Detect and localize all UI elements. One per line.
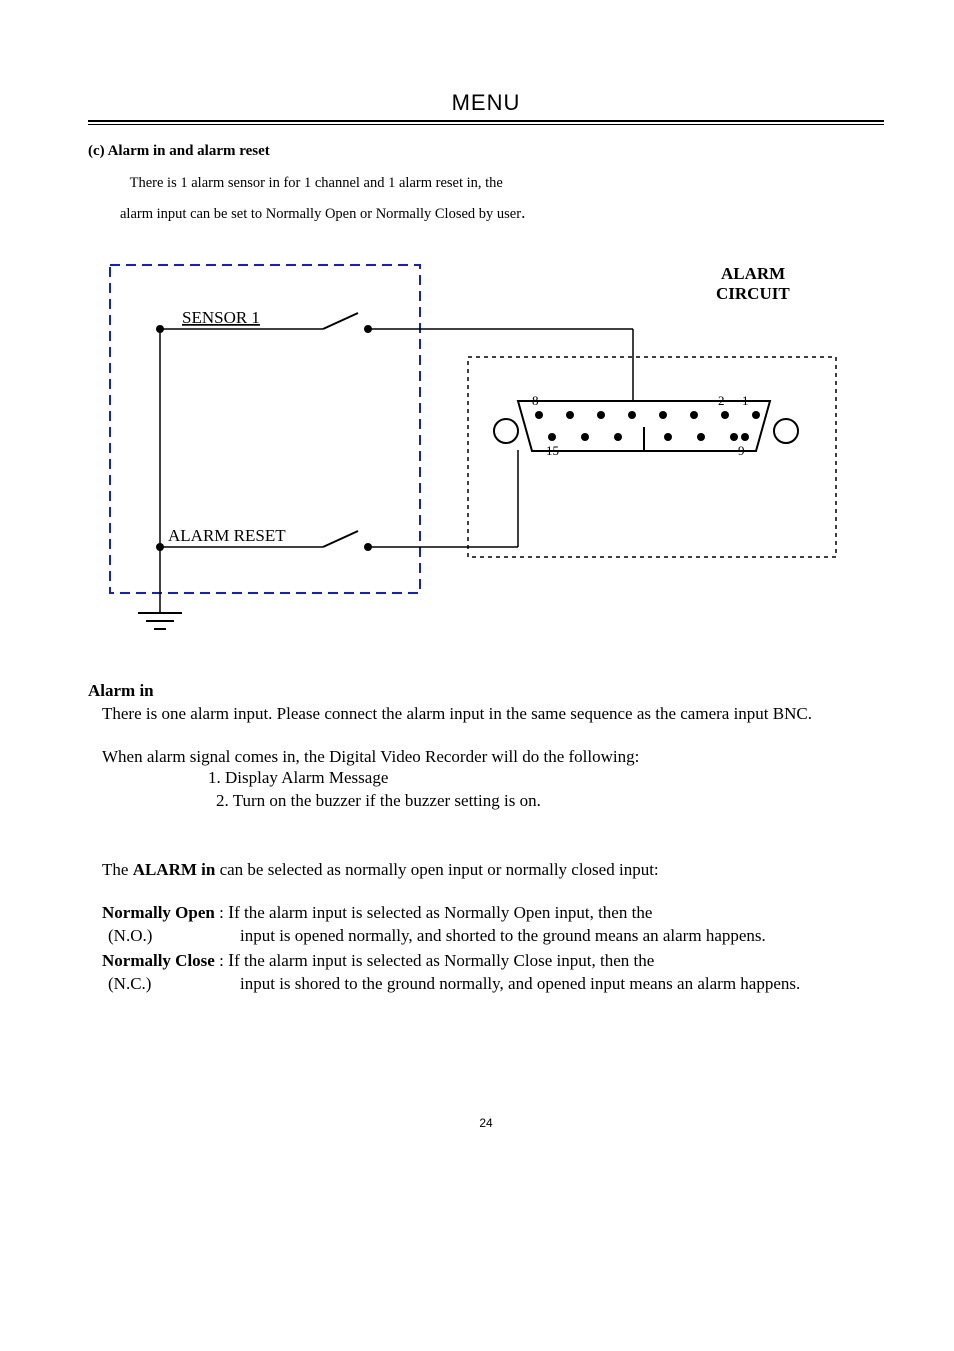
dsub-pin-label-tr1: 2 bbox=[718, 393, 725, 408]
alarm-in-heading: Alarm in bbox=[88, 681, 884, 701]
dsub-screw-right bbox=[774, 419, 798, 443]
normally-open-row2: (N.O.) input is opened normally, and sho… bbox=[108, 925, 884, 948]
dsub-pin-11 bbox=[697, 433, 705, 441]
alarm-in-p2: When alarm signal comes in, the Digital … bbox=[102, 746, 884, 767]
intro-line-2: alarm input can be set to Normally Open … bbox=[120, 202, 884, 225]
dsub-pin-label-bl: 15 bbox=[546, 443, 559, 458]
alarm-in-p1: There is one alarm input. Please connect… bbox=[102, 703, 884, 724]
normally-close-row2: (N.C.) input is shored to the ground nor… bbox=[108, 973, 884, 996]
normally-close-abbrev: (N.C.) bbox=[108, 973, 240, 996]
alarm-circuit-label-2: CIRCUIT bbox=[716, 284, 790, 303]
dsub-pin-7 bbox=[566, 411, 574, 419]
dsub-pin-1 bbox=[752, 411, 760, 419]
alarm-reset-label: ALARM RESET bbox=[168, 526, 286, 545]
header-rule bbox=[88, 120, 884, 125]
intro-line2-pre: alarm input can be set to Normally Open … bbox=[120, 206, 521, 222]
terms-block: Normally Open : If the alarm input is se… bbox=[88, 900, 884, 996]
dsub-pin-13 bbox=[614, 433, 622, 441]
intro-line2-period: . bbox=[521, 203, 525, 222]
alarm-in-enum1: 1. Display Alarm Message bbox=[208, 767, 884, 790]
alarm-in-p3: The ALARM in can be selected as normally… bbox=[102, 859, 884, 880]
normally-open-line2: input is opened normally, and shorted to… bbox=[240, 925, 884, 948]
alarm-in-p3-post: can be selected as normally open input o… bbox=[215, 860, 658, 879]
sensor1-label: SENSOR 1 bbox=[182, 308, 260, 327]
dsub-pin-14 bbox=[581, 433, 589, 441]
intro-line1-text: There is 1 alarm sensor in for 1 channel… bbox=[130, 175, 503, 191]
dsub-pin-10 bbox=[730, 433, 738, 441]
normally-close-line2: input is shored to the ground normally, … bbox=[240, 973, 884, 996]
subsection-title: (c) Alarm in and alarm reset bbox=[88, 143, 884, 160]
connector-enclosure bbox=[468, 357, 836, 557]
normally-open-tail: f the alarm input is selected as Normall… bbox=[234, 903, 652, 922]
dsub-pin-label-br: 9 bbox=[738, 443, 745, 458]
normally-open-bold: Normally Open bbox=[102, 903, 215, 922]
normally-close-bold: Normally Close bbox=[102, 951, 215, 970]
dsub-pin-6 bbox=[597, 411, 605, 419]
alarm-in-p3-bold: ALARM in bbox=[133, 860, 216, 879]
alarm-circuit-diagram: ALARM CIRCUIT SENSOR 1 ALARM RESET bbox=[88, 255, 884, 655]
alarm-in-enum: 1. Display Alarm Message 2. Turn on the … bbox=[208, 767, 884, 813]
normally-open-term: Normally Open : If the alarm input is se… bbox=[102, 900, 652, 925]
dsub-pin-5 bbox=[628, 411, 636, 419]
alarm-circuit-label-1: ALARM bbox=[721, 264, 785, 283]
intro-line-1: There is 1 alarm sensor in for 1 channel… bbox=[126, 174, 884, 194]
dsub-pin-label-tr2: 1 bbox=[742, 393, 749, 408]
alarm-in-p3-pre: The bbox=[102, 860, 133, 879]
dsub-pin-12 bbox=[664, 433, 672, 441]
alarm-reset-switch-arm bbox=[323, 531, 358, 547]
page-title: MENU bbox=[88, 90, 884, 116]
normally-open-colon: : bbox=[215, 903, 228, 922]
dsub-pin-15 bbox=[548, 433, 556, 441]
normally-open-row1: Normally Open : If the alarm input is se… bbox=[102, 900, 884, 925]
normally-close-colon: : bbox=[215, 951, 228, 970]
dsub-pin-8 bbox=[535, 411, 543, 419]
dsub-pin-3 bbox=[690, 411, 698, 419]
normally-close-row1: Normally Close : If the alarm input is s… bbox=[102, 948, 884, 973]
normally-close-tail: f the alarm input is selected as Normall… bbox=[234, 951, 654, 970]
page-container: MENU (c) Alarm in and alarm reset There … bbox=[0, 0, 954, 1180]
dsub-pin-4 bbox=[659, 411, 667, 419]
dsub-screw-left bbox=[494, 419, 518, 443]
normally-close-term: Normally Close : If the alarm input is s… bbox=[102, 948, 654, 973]
alarm-in-enum2: 2. Turn on the buzzer if the buzzer sett… bbox=[216, 790, 884, 813]
normally-open-abbrev: (N.O.) bbox=[108, 925, 240, 948]
dsub-pin-label-tl: 8 bbox=[532, 393, 539, 408]
dsub-pin-9 bbox=[741, 433, 749, 441]
page-number: 24 bbox=[88, 1116, 884, 1130]
sensor1-switch-arm bbox=[323, 313, 358, 329]
diagram-svg: ALARM CIRCUIT SENSOR 1 ALARM RESET bbox=[88, 255, 868, 650]
dsub-pin-2 bbox=[721, 411, 729, 419]
